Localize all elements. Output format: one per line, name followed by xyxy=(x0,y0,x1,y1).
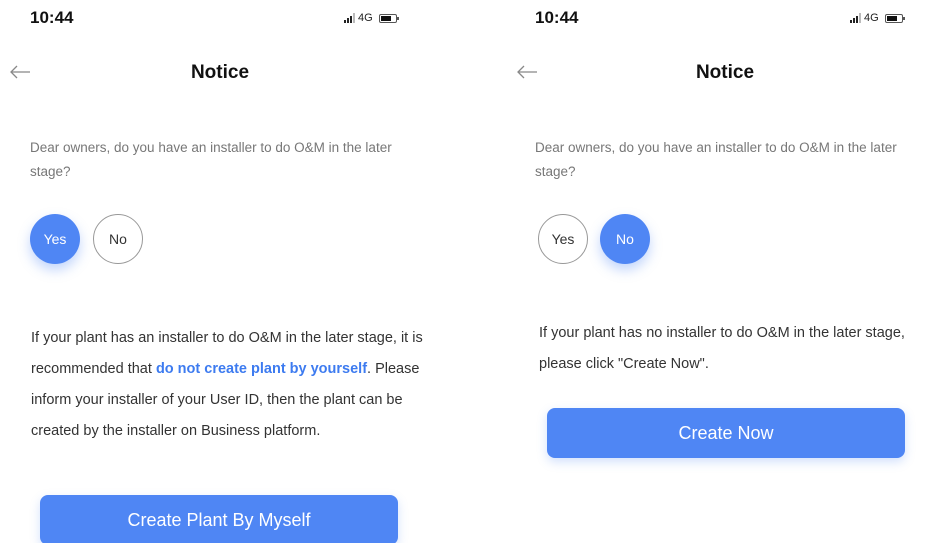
status-bar-indicators: 4G xyxy=(344,12,399,24)
battery-icon xyxy=(378,13,399,23)
installer-question: Dear owners, do you have an installer to… xyxy=(535,140,897,179)
yes-option-button[interactable]: Yes xyxy=(538,214,588,264)
screen-no-installer: 10:44 4G Notice Dear owners, do you have… xyxy=(505,0,931,543)
status-bar-indicators: 4G xyxy=(850,12,905,24)
no-option-button[interactable]: No xyxy=(93,214,143,264)
status-time: 10:44 xyxy=(535,8,579,27)
create-plant-by-myself-button[interactable]: Create Plant By Myself xyxy=(40,495,398,543)
page-title: Notice xyxy=(190,62,250,83)
network-type: 4G xyxy=(864,12,879,24)
screen-has-installer: 10:44 4G Notice Dear owners, do you have… xyxy=(0,0,460,543)
installer-question: Dear owners, do you have an installer to… xyxy=(30,140,392,179)
signal-icon xyxy=(344,13,355,23)
status-time: 10:44 xyxy=(30,8,74,27)
battery-icon xyxy=(884,13,905,23)
create-now-button[interactable]: Create Now xyxy=(547,408,905,458)
no-option-button[interactable]: No xyxy=(600,214,650,264)
do-not-create-link[interactable]: do not create plant by yourself xyxy=(156,361,367,377)
signal-icon xyxy=(850,13,861,23)
installer-info-text: If your plant has an installer to do O&M… xyxy=(31,323,426,447)
no-installer-info-text: If your plant has no installer to do O&M… xyxy=(539,325,905,372)
page-title: Notice xyxy=(695,62,755,83)
yes-option-button[interactable]: Yes xyxy=(30,214,80,264)
network-type: 4G xyxy=(358,12,373,24)
